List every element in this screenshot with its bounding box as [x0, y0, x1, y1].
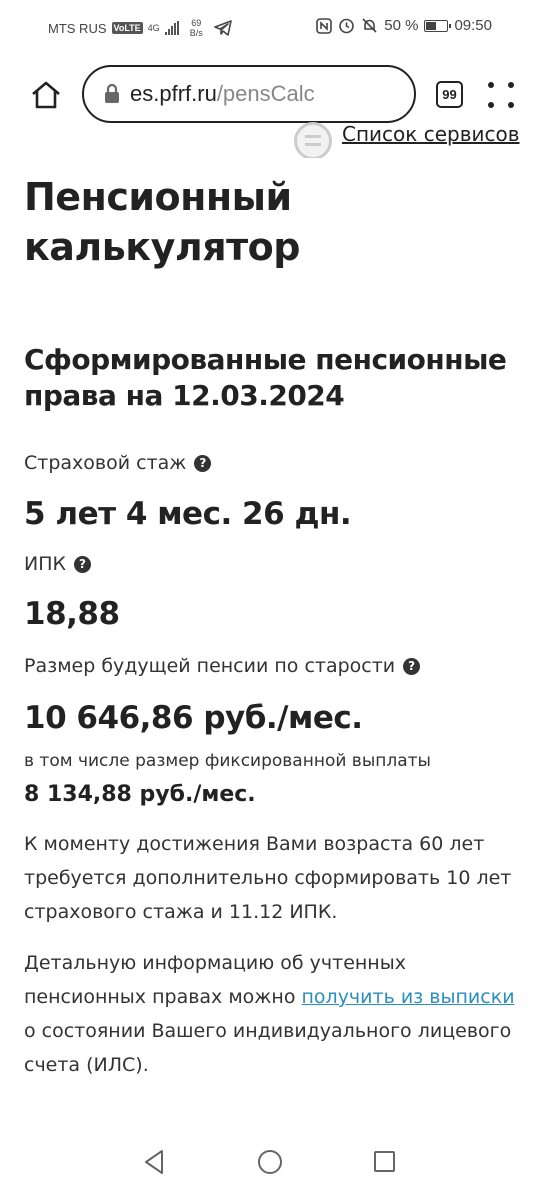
- ipk-value: 18,88: [24, 596, 120, 632]
- telegram-icon: [213, 20, 232, 36]
- network-type: 4G: [147, 23, 160, 33]
- fixed-payment-label: в том числе размер фиксированной выплаты: [24, 751, 431, 771]
- url-path: /pensCalc: [216, 81, 315, 106]
- requirement-text: К моменту достижения Вами возраста 60 ле…: [24, 833, 512, 923]
- info-text-after: о состоянии Вашего индивидуального лицев…: [24, 1020, 512, 1076]
- network-speed: 69 B/s: [190, 18, 203, 38]
- insurance-experience-value: 5 лет 4 мес. 26 дн.: [24, 496, 352, 532]
- status-left: MTS RUS VoLTE 4G 69 B/s: [48, 18, 232, 38]
- future-pension-value: 10 646,86 руб./мес.: [24, 700, 363, 736]
- system-nav-bar: [0, 1140, 540, 1200]
- insurance-experience-label-text: Страховой стаж: [24, 452, 187, 474]
- home-icon[interactable]: [30, 80, 62, 110]
- services-link-text: Список сервисов: [342, 122, 520, 146]
- status-bar: MTS RUS VoLTE 4G 69 B/s 50 % 09:50: [0, 0, 540, 52]
- help-icon[interactable]: ?: [74, 555, 91, 573]
- ipk-label: ИПК ?: [24, 553, 520, 575]
- battery-percent: 50 %: [384, 17, 419, 34]
- help-icon[interactable]: ?: [194, 454, 212, 472]
- volte-badge: VoLTE: [111, 22, 143, 34]
- back-icon[interactable]: [142, 1148, 166, 1176]
- signal-icon: [164, 21, 179, 35]
- clock: 09:50: [454, 17, 492, 34]
- speed-value: 69: [191, 18, 202, 28]
- mute-bell-icon: [362, 18, 377, 33]
- info-paragraph: Детальную информацию об учтенных пенсион…: [24, 946, 520, 1082]
- list-icon: [294, 122, 332, 158]
- help-icon[interactable]: ?: [403, 657, 421, 675]
- menu-icon[interactable]: [488, 82, 514, 108]
- future-pension-label: Размер будущей пенсии по старости ?: [24, 655, 520, 677]
- url-domain: es.pfrf.ru: [130, 81, 217, 106]
- status-right: 50 % 09:50: [316, 17, 492, 34]
- fixed-payment-value: 8 134,88 руб./мес.: [24, 782, 256, 807]
- tabs-button[interactable]: 99: [436, 81, 463, 108]
- carrier-name: MTS RUS: [48, 20, 107, 36]
- page-title: Пенсионный калькулятор: [24, 175, 300, 269]
- address-bar[interactable]: es.pfrf.ru/pensCalc: [82, 65, 416, 123]
- services-link[interactable]: Список сервисов: [290, 118, 540, 158]
- battery-icon: [424, 19, 452, 32]
- alarm-icon: [339, 18, 355, 34]
- future-pension-label-text: Размер будущей пенсии по старости: [24, 655, 396, 677]
- section-title: Сформированные пенсионные права на 12.03…: [24, 343, 507, 412]
- home-nav-icon[interactable]: [258, 1150, 282, 1174]
- insurance-experience-label: Страховой стаж ?: [24, 452, 520, 474]
- recent-apps-icon[interactable]: [374, 1151, 395, 1172]
- speed-unit: B/s: [189, 28, 203, 38]
- lock-icon: [105, 84, 119, 103]
- url-text: es.pfrf.ru/pensCalc: [130, 81, 315, 107]
- statement-link[interactable]: получить из выписки: [302, 986, 515, 1008]
- nfc-icon: [316, 17, 333, 34]
- ipk-label-text: ИПК: [24, 553, 66, 575]
- battery-level: [426, 21, 436, 30]
